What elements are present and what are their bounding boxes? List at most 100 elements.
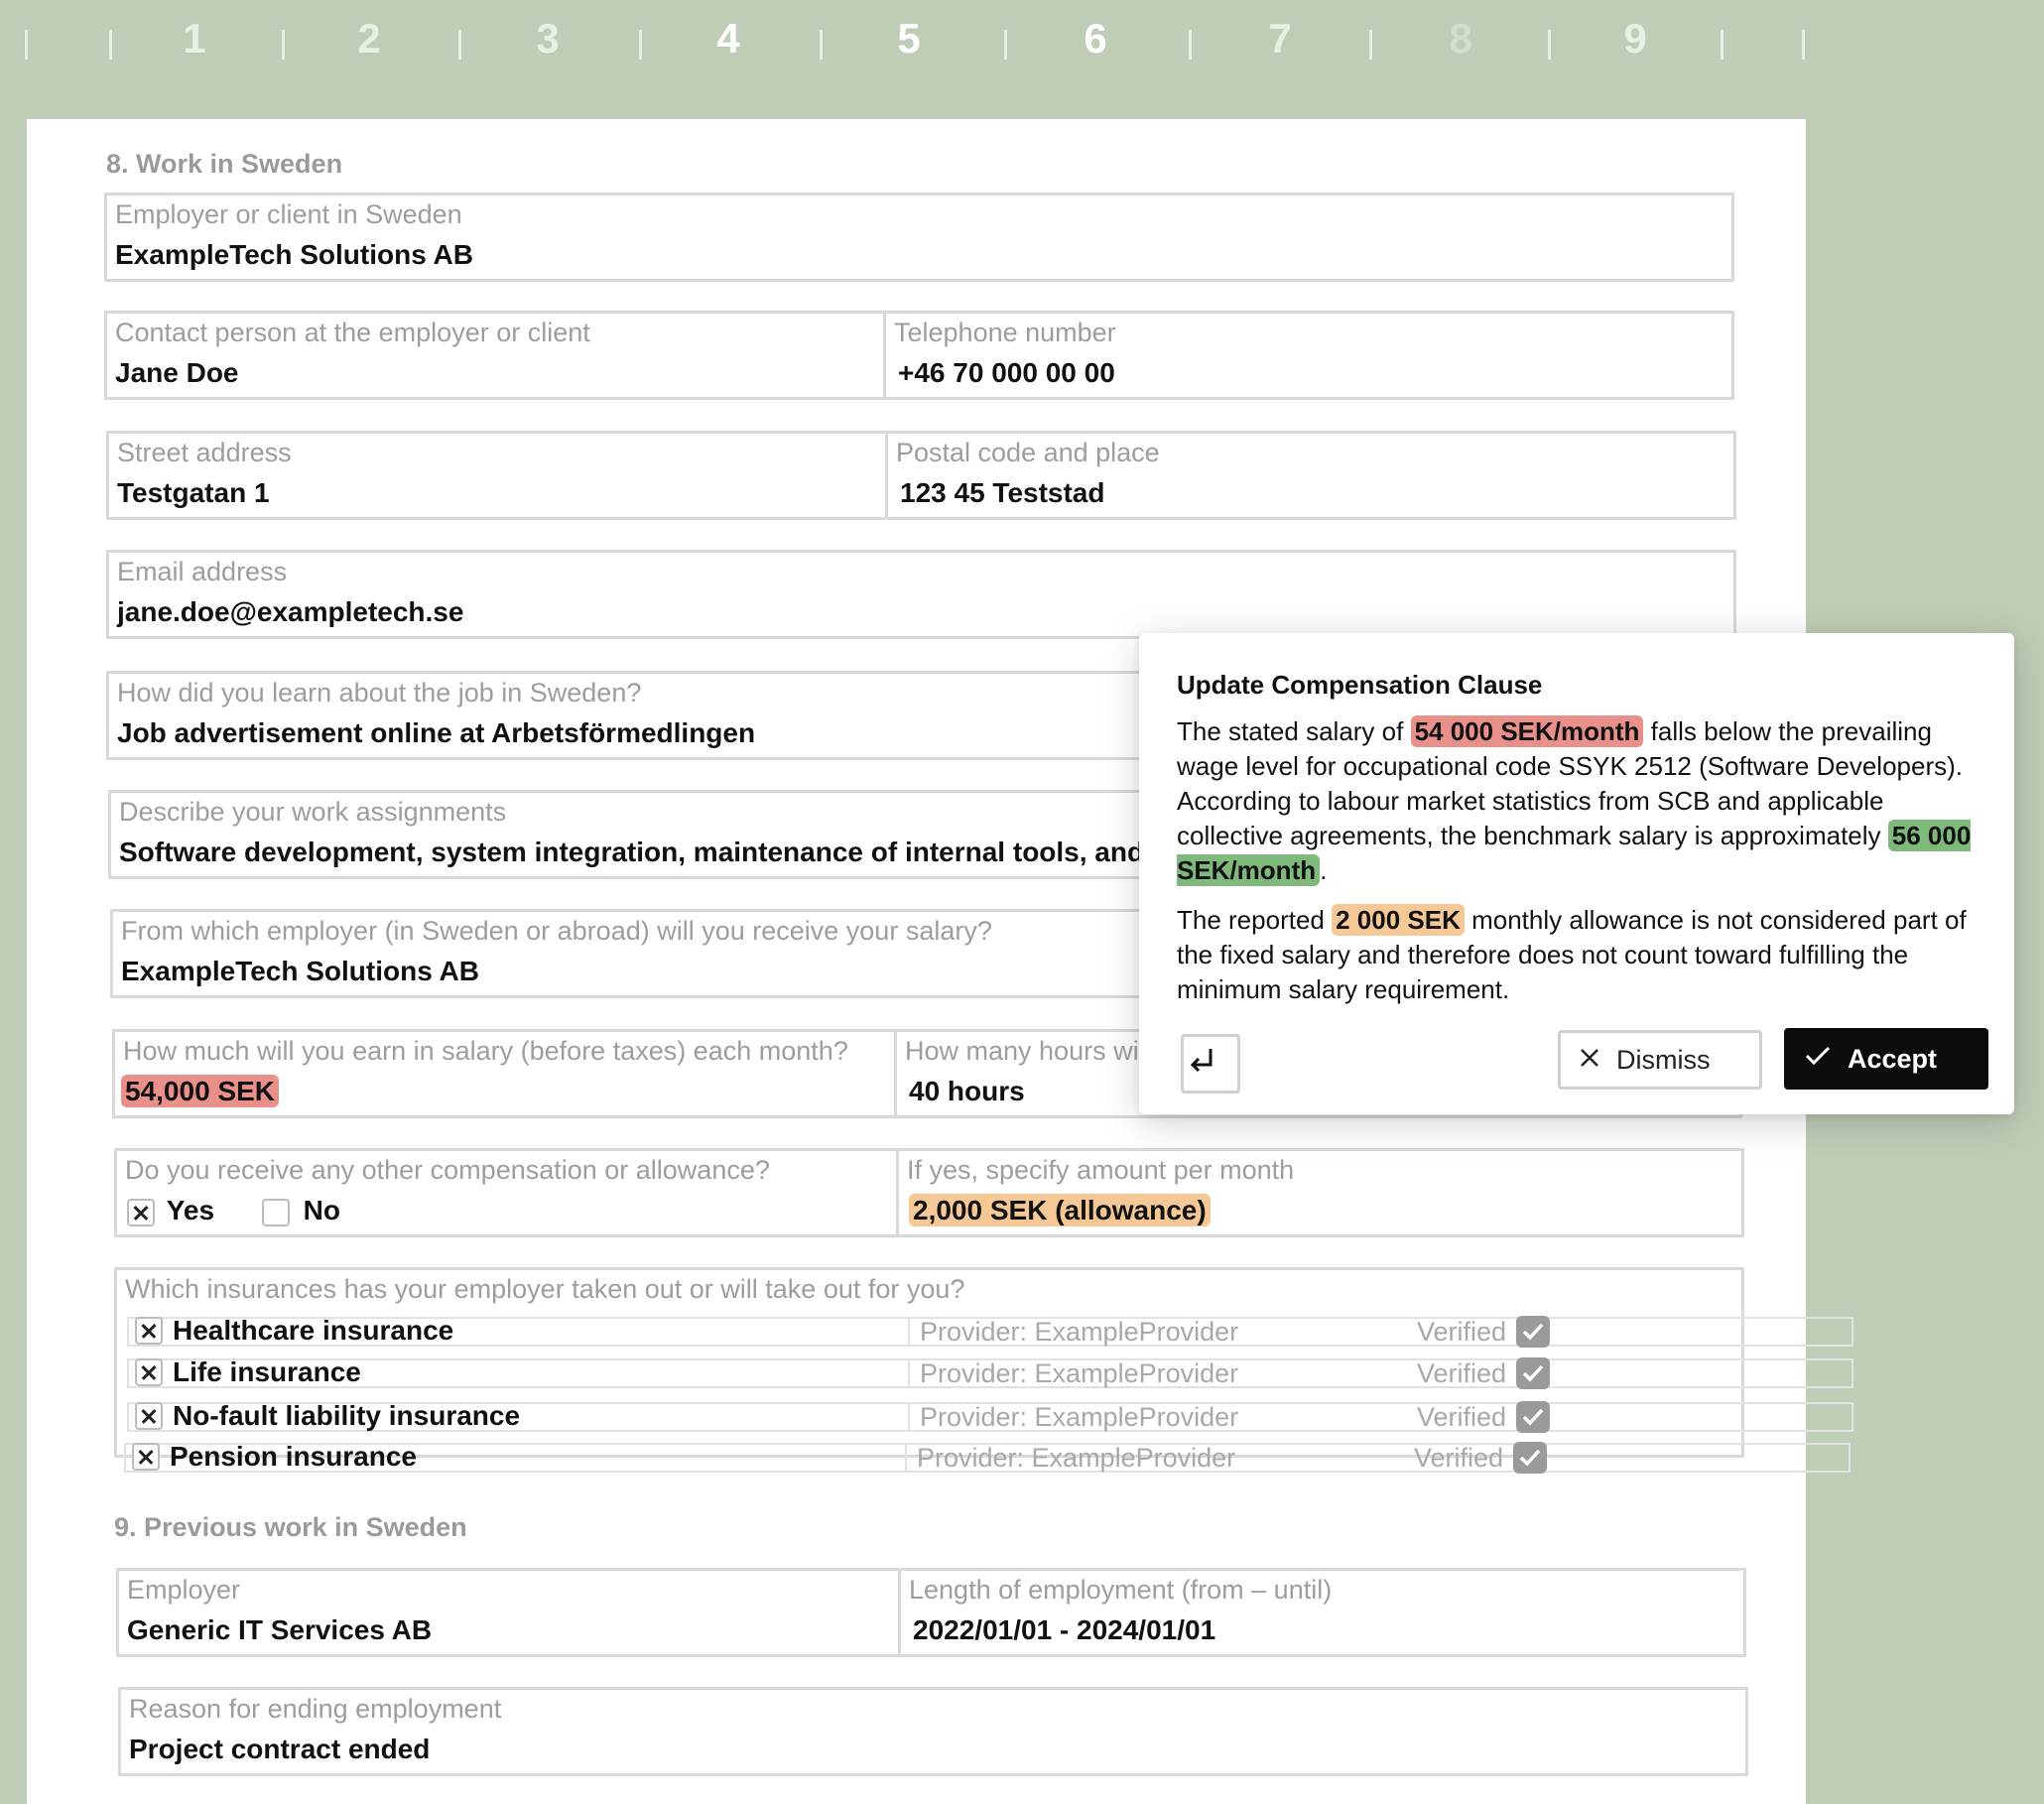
page-number-4[interactable]: 4 — [699, 15, 758, 63]
dismiss-button[interactable]: Dismiss — [1558, 1030, 1762, 1090]
field-label: From which employer (in Sweden or abroad… — [121, 916, 992, 946]
yes-label: Yes — [166, 1195, 215, 1225]
telephone-field[interactable]: Telephone number +46 70 000 00 00 — [883, 314, 1731, 397]
reason-ending-field[interactable]: Reason for ending employment Project con… — [118, 1687, 1748, 1776]
field-label: Telephone number — [894, 318, 1116, 347]
ruler-tick — [639, 30, 642, 60]
insurance-name: Life insurance — [173, 1356, 361, 1387]
compensation-row: Do you receive any other compensation or… — [114, 1148, 1744, 1237]
field-label: Which insurances has your employer taken… — [125, 1274, 965, 1304]
ruler-tick — [1548, 30, 1551, 60]
email-field[interactable]: Email address jane.doe@exampletech.se — [106, 550, 1736, 639]
field-value: Project contract ended — [129, 1734, 431, 1764]
field-label: Employer or client in Sweden — [115, 199, 462, 229]
field-value: jane.doe@exampletech.se — [117, 596, 464, 627]
field-value: Software development, system integration… — [119, 837, 1196, 867]
insurance-name: No-fault liability insurance — [173, 1400, 521, 1431]
page-number-9[interactable]: 9 — [1605, 15, 1665, 63]
divider — [908, 1360, 910, 1386]
insurance-provider: Provider: ExampleProvider — [920, 1317, 1239, 1347]
no-checkbox[interactable] — [261, 1198, 290, 1226]
field-value: ExampleTech Solutions AB — [121, 956, 479, 986]
insert-button[interactable] — [1181, 1034, 1240, 1094]
employer-field[interactable]: Employer or client in Sweden ExampleTech… — [104, 193, 1734, 282]
employment-length-field[interactable]: Length of employment (from – until) 2022… — [898, 1571, 1743, 1654]
contact-row: Contact person at the employer or client… — [104, 311, 1734, 400]
ruler-tick — [1369, 30, 1372, 60]
insurance-row: Life insurance Provider: ExampleProvider… — [127, 1356, 1853, 1389]
insurance-row: No-fault liability insurance Provider: E… — [127, 1400, 1853, 1433]
no-label: No — [303, 1195, 340, 1225]
insurance-checkbox[interactable] — [135, 1402, 163, 1430]
postal-code-field[interactable]: Postal code and place 123 45 Teststad — [885, 434, 1733, 517]
monthly-salary-field[interactable]: How much will you earn in salary (before… — [115, 1032, 894, 1115]
other-compensation-field: Do you receive any other compensation or… — [117, 1151, 896, 1234]
field-label: Length of employment (from – until) — [909, 1575, 1333, 1605]
field-value: Generic IT Services AB — [127, 1614, 433, 1645]
insurance-name: Healthcare insurance — [173, 1315, 454, 1346]
ruler-tick — [1802, 30, 1805, 60]
page-number-7[interactable]: 7 — [1250, 15, 1310, 63]
allowance-highlight: 2 000 SEK — [1332, 904, 1465, 936]
field-value: Job advertisement online at Arbetsförmed… — [117, 717, 756, 748]
insurance-checkbox[interactable] — [135, 1358, 163, 1386]
ruler-tick — [458, 30, 461, 60]
verified-label: Verified — [1417, 1358, 1507, 1388]
page-number-6[interactable]: 6 — [1066, 15, 1125, 63]
accept-button[interactable]: Accept — [1784, 1028, 1988, 1090]
section-title-work-in-sweden: 8. Work in Sweden — [106, 149, 343, 179]
field-value: Jane Doe — [115, 357, 239, 388]
popup-text: . — [1320, 855, 1328, 885]
ruler-tick — [820, 30, 823, 60]
insurance-checkbox[interactable] — [132, 1443, 160, 1471]
verified-check-icon — [1513, 1442, 1547, 1474]
page-number-1[interactable]: 1 — [165, 15, 224, 63]
ruler-tick — [109, 30, 112, 60]
divider — [908, 1319, 910, 1345]
page-number-5[interactable]: 5 — [879, 15, 939, 63]
popup-text: The stated salary of — [1177, 716, 1404, 746]
field-label: How many hours wi — [905, 1036, 1139, 1066]
verified-check-icon — [1516, 1316, 1550, 1348]
dismiss-label: Dismiss — [1616, 1044, 1711, 1075]
accept-label: Accept — [1848, 1043, 1938, 1074]
popup-paragraph-allowance: The reported 2 000 SEK monthly allowance… — [1177, 903, 1980, 1007]
address-row: Street address Testgatan 1 Postal code a… — [106, 431, 1736, 520]
yes-checkbox[interactable] — [127, 1198, 155, 1226]
street-address-field[interactable]: Street address Testgatan 1 — [109, 434, 885, 517]
page-number-8[interactable]: 8 — [1431, 15, 1490, 63]
previous-employment-row: Employer Generic IT Services AB Length o… — [116, 1568, 1746, 1657]
page-number-2[interactable]: 2 — [339, 15, 399, 63]
popup-title: Update Compensation Clause — [1177, 670, 1543, 700]
verified-label: Verified — [1414, 1443, 1504, 1473]
field-label: Do you receive any other compensation or… — [125, 1155, 770, 1185]
field-label: Contact person at the employer or client — [115, 318, 590, 347]
verified-label: Verified — [1417, 1317, 1507, 1347]
field-value: 40 hours — [909, 1076, 1025, 1106]
ruler-tick — [1189, 30, 1192, 60]
divider — [905, 1445, 907, 1471]
field-label: Email address — [117, 557, 288, 586]
field-label: If yes, specify amount per month — [907, 1155, 1295, 1185]
insurance-provider: Provider: ExampleProvider — [920, 1402, 1239, 1432]
contact-person-field[interactable]: Contact person at the employer or client… — [107, 314, 883, 397]
field-label: How much will you earn in salary (before… — [123, 1036, 848, 1066]
page-number-3[interactable]: 3 — [518, 15, 577, 63]
insurance-provider: Provider: ExampleProvider — [917, 1443, 1236, 1473]
insurance-name: Pension insurance — [170, 1441, 417, 1472]
allowance-highlight: 2,000 SEK (allowance) — [909, 1194, 1211, 1226]
field-label: Reason for ending employment — [129, 1694, 502, 1724]
field-value: 2022/01/01 - 2024/01/01 — [913, 1614, 1216, 1645]
previous-employer-field[interactable]: Employer Generic IT Services AB — [119, 1571, 898, 1654]
allowance-amount-field[interactable]: If yes, specify amount per month 2,000 S… — [896, 1151, 1741, 1234]
field-value: +46 70 000 00 00 — [898, 357, 1115, 388]
verified-check-icon — [1516, 1357, 1550, 1389]
section-title-previous-work: 9. Previous work in Sweden — [114, 1512, 467, 1542]
salary-highlight: 54,000 SEK — [121, 1075, 279, 1107]
verified-check-icon — [1516, 1401, 1550, 1433]
field-label: Postal code and place — [896, 438, 1160, 467]
ruler-tick — [1004, 30, 1007, 60]
insurances-field: Which insurances has your employer taken… — [114, 1267, 1853, 1458]
insurance-checkbox[interactable] — [135, 1317, 163, 1345]
insurance-row: Pension insurance Provider: ExampleProvi… — [124, 1441, 1851, 1474]
